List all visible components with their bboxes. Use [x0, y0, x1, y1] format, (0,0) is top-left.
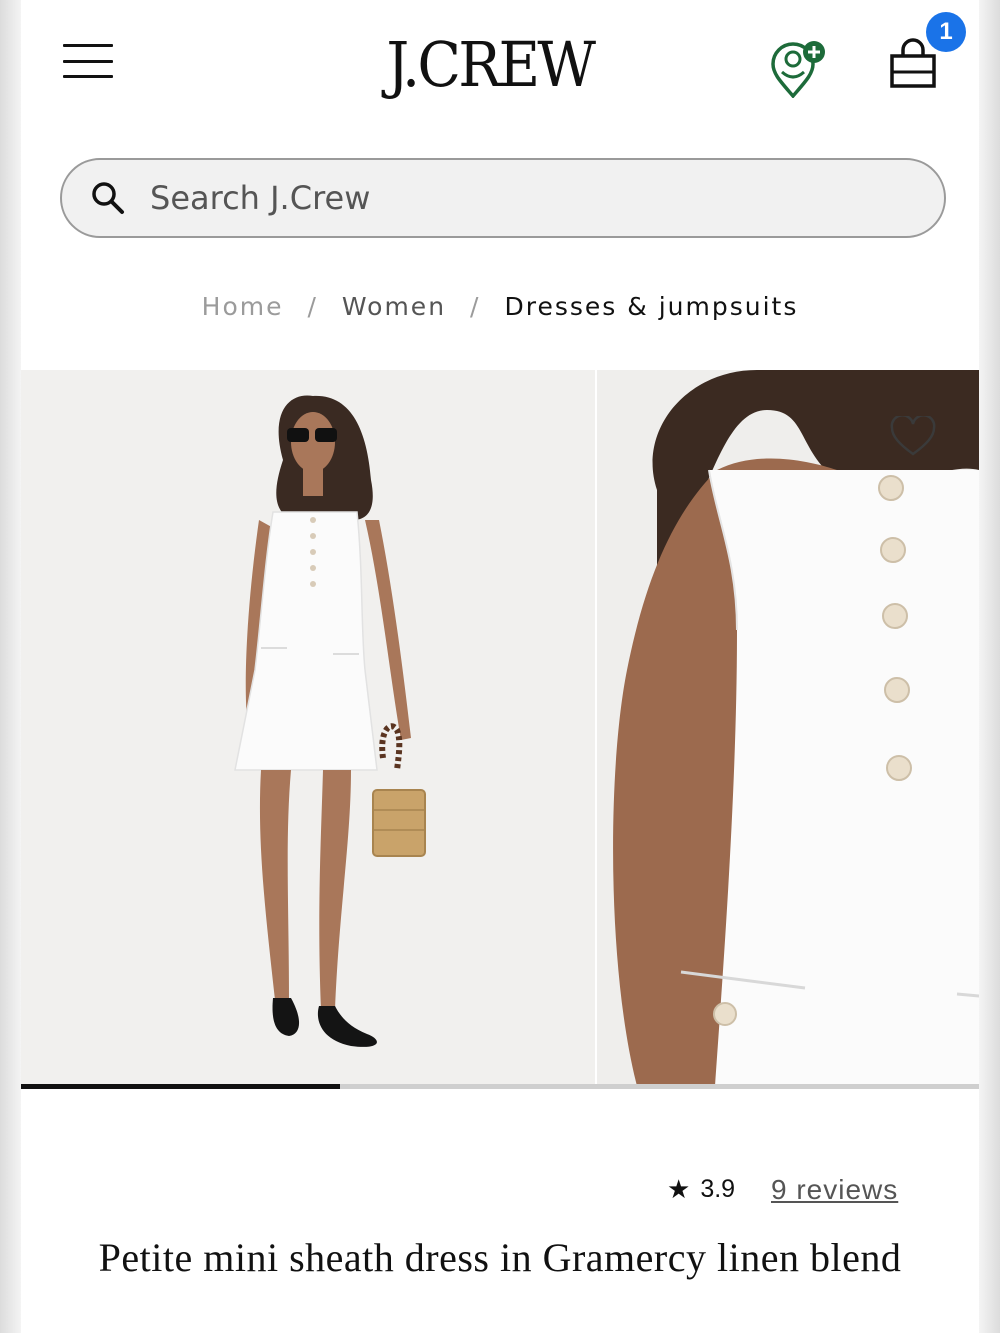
- gallery-progress-fill: [21, 1084, 340, 1089]
- product-page: J.CREW 1 Home / Women / Dresses & jumpsuits: [21, 0, 979, 1333]
- rating-value: 3.9: [700, 1175, 736, 1203]
- star-icon: ★: [667, 1174, 691, 1204]
- search-icon: [92, 182, 124, 214]
- product-image-full-length[interactable]: [21, 370, 595, 1086]
- search-bar[interactable]: [60, 158, 946, 238]
- reviews-link[interactable]: 9 reviews: [771, 1174, 898, 1206]
- breadcrumb-women[interactable]: Women: [342, 292, 446, 321]
- breadcrumb-separator: /: [470, 292, 481, 321]
- search-input[interactable]: [150, 179, 910, 217]
- product-image-gallery[interactable]: [21, 370, 979, 1086]
- rewards-icon[interactable]: [767, 38, 829, 99]
- gallery-progress-bar: [21, 1084, 979, 1089]
- hamburger-icon[interactable]: [63, 44, 113, 78]
- left-edge: [0, 0, 21, 1333]
- right-edge: [979, 0, 1000, 1333]
- product-image-detail[interactable]: [597, 370, 979, 1086]
- breadcrumb: Home / Women / Dresses & jumpsuits: [21, 292, 979, 321]
- breadcrumb-current: Dresses & jumpsuits: [504, 292, 799, 321]
- jcrew-logo[interactable]: J.CREW: [361, 28, 619, 101]
- cart-count-badge: 1: [926, 12, 966, 52]
- rating: ★ 3.9: [667, 1174, 735, 1205]
- breadcrumb-home[interactable]: Home: [202, 292, 284, 321]
- breadcrumb-separator: /: [307, 292, 318, 321]
- heart-icon[interactable]: [889, 414, 937, 458]
- product-title: Petite mini sheath dress in Gramercy lin…: [98, 1235, 902, 1280]
